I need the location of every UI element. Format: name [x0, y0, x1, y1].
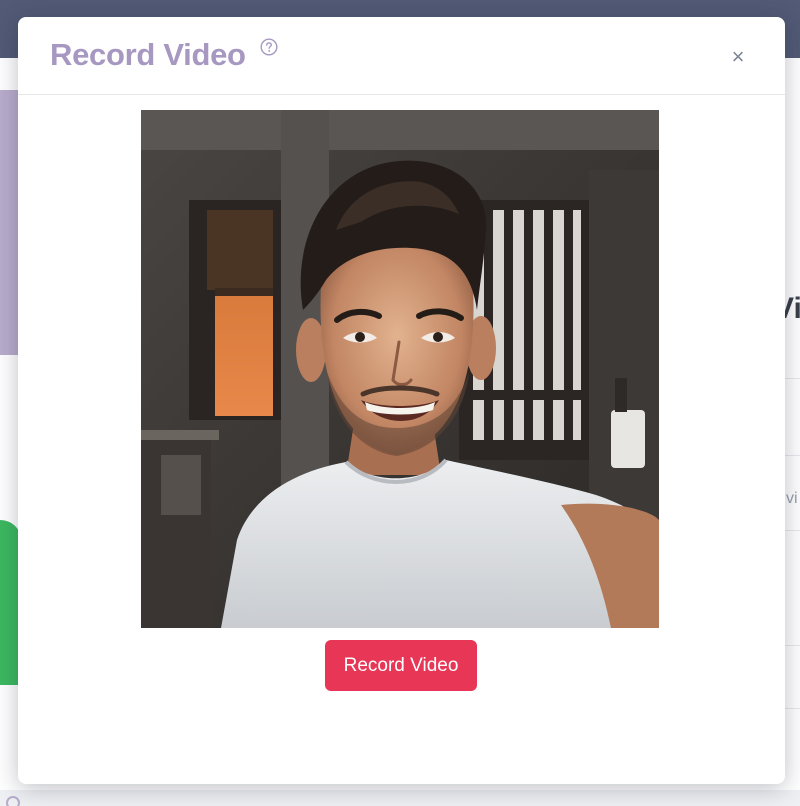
record-video-modal: Record Video × Record Video — [18, 17, 785, 784]
webcam-video-preview — [141, 110, 659, 628]
record-video-button[interactable]: Record Video — [325, 640, 477, 691]
question-circle-icon[interactable] — [260, 38, 278, 56]
close-icon: × — [731, 44, 745, 69]
modal-title: Record Video — [50, 37, 246, 72]
modal-header: Record Video × — [18, 17, 785, 95]
close-button[interactable]: × — [726, 45, 750, 69]
